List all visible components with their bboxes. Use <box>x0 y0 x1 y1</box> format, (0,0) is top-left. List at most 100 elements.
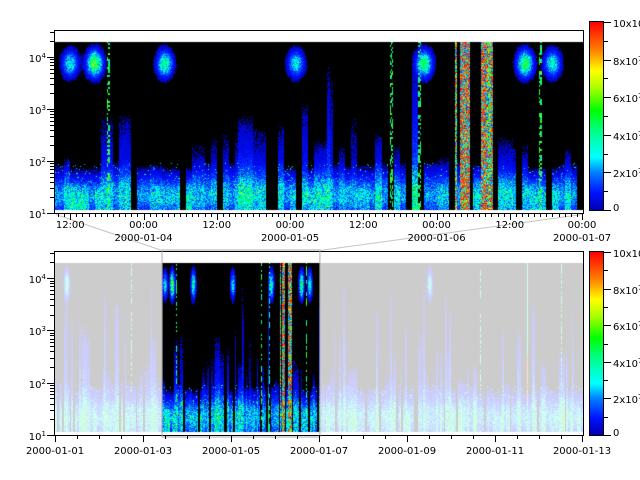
colorbar-tick-label: 2x107 <box>613 391 640 407</box>
y-minor-tick <box>50 290 54 291</box>
colorbar-minor-tick <box>604 380 608 381</box>
x-minor-tick <box>333 213 334 217</box>
y-tick-label-exponent: 1 <box>42 430 46 438</box>
colorbar-tick-label: 4x107 <box>613 128 640 144</box>
colorbar-tick-label: 10x107 <box>613 245 640 261</box>
x-minor-tick <box>528 213 529 217</box>
colorbar-tick-label: 8x107 <box>613 282 640 298</box>
x-major-tick <box>319 435 320 442</box>
x-minor-tick <box>540 213 541 217</box>
y-minor-tick <box>50 367 54 368</box>
x-minor-tick <box>504 213 505 217</box>
colorbar-gradient <box>590 252 603 435</box>
colorbar-minor-tick <box>604 154 608 155</box>
x-minor-tick <box>168 213 169 217</box>
y-tick-label: 102 <box>12 154 46 170</box>
x-tick-time-label-text: 00:00 <box>129 220 158 231</box>
x-tick-date-label: 2000-01-01 <box>26 446 84 458</box>
y-tick-label-exponent: 3 <box>42 325 46 333</box>
y-minor-tick <box>50 59 54 60</box>
y-minor-tick <box>50 111 54 112</box>
x-minor-tick <box>327 213 328 217</box>
spectrogram-figure: 02x1074x1076x1078x10710x10702x1074x1076x… <box>0 0 640 480</box>
y-tick-label: 103 <box>12 102 46 118</box>
x-minor-tick <box>571 213 572 217</box>
y-minor-tick <box>50 69 54 70</box>
colorbar-tick-label-text: 10x10 <box>613 249 640 260</box>
colorbar-major-tick <box>604 435 611 436</box>
x-minor-tick <box>517 435 518 439</box>
y-minor-tick <box>50 315 54 316</box>
y-minor-tick <box>50 62 54 63</box>
x-minor-tick <box>192 213 193 217</box>
y-major-tick <box>47 109 54 110</box>
y-minor-tick <box>50 121 54 122</box>
y-minor-tick <box>50 73 54 74</box>
y-minor-tick <box>50 78 54 79</box>
x-major-tick <box>495 435 496 442</box>
colorbar-major-tick <box>604 135 611 136</box>
x-minor-tick <box>241 213 242 217</box>
y-minor-tick <box>50 351 54 352</box>
colorbar-tick-label: 6x107 <box>613 90 640 106</box>
x-tick-time-label: 00:00 <box>276 220 305 232</box>
x-tick-time-label-text: 12:00 <box>56 220 85 231</box>
x-tick-date-label: 2000-01-11 <box>466 446 524 458</box>
colorbar-minor-tick <box>604 41 608 42</box>
y-minor-tick <box>50 169 54 170</box>
x-minor-tick <box>539 435 540 439</box>
y-minor-tick <box>50 166 54 167</box>
x-tick-date-label-text: 2000-01-03 <box>114 446 172 457</box>
x-minor-tick <box>412 213 413 217</box>
y-minor-tick <box>50 404 54 405</box>
y-tick-label-exponent: 2 <box>42 156 46 164</box>
x-minor-tick <box>546 213 547 217</box>
colorbar-minor-tick <box>604 270 608 271</box>
x-minor-tick <box>455 213 456 217</box>
x-minor-tick <box>125 213 126 217</box>
x-minor-tick <box>461 213 462 217</box>
x-minor-tick <box>498 213 499 217</box>
x-minor-tick <box>101 213 102 217</box>
x-minor-tick <box>272 213 273 217</box>
y-minor-tick <box>50 253 54 254</box>
x-minor-tick <box>321 213 322 217</box>
y-tick-label-text: 10 <box>29 327 42 338</box>
x-minor-tick <box>266 213 267 217</box>
x-major-tick <box>55 435 56 442</box>
y-tick-label-text: 10 <box>29 158 42 169</box>
colorbar-tick-label-text: 8x10 <box>613 286 638 297</box>
x-minor-tick <box>95 213 96 217</box>
x-minor-tick <box>180 213 181 217</box>
colorbar-major-tick <box>604 289 611 290</box>
y-minor-tick <box>50 388 54 389</box>
x-tick-date-label-text: 2000-01-01 <box>26 446 84 457</box>
colorbar-tick-label-text: 6x10 <box>613 322 638 333</box>
x-minor-tick <box>561 435 562 439</box>
colorbar-major-tick <box>604 252 611 253</box>
x-tick-date-label: 2000-01-03 <box>114 446 172 458</box>
x-tick-time-label-text: 00:00 <box>276 220 305 231</box>
y-tick-label: 101 <box>12 428 46 444</box>
y-minor-tick <box>50 391 54 392</box>
x-minor-tick <box>339 213 340 217</box>
x-minor-tick <box>363 435 364 439</box>
x-minor-tick <box>375 213 376 217</box>
y-minor-tick <box>50 339 54 340</box>
y-tick-label: 101 <box>12 206 46 222</box>
x-minor-tick <box>278 213 279 217</box>
y-minor-tick <box>50 385 54 386</box>
x-minor-tick <box>235 213 236 217</box>
x-major-tick <box>437 213 438 220</box>
y-minor-tick <box>50 335 54 336</box>
y-tick-label-exponent: 1 <box>42 208 46 216</box>
x-minor-tick <box>302 213 303 217</box>
colorbar-major-tick <box>604 398 611 399</box>
colorbar-minor-tick <box>604 307 608 308</box>
x-minor-tick <box>211 213 212 217</box>
y-minor-tick <box>50 342 54 343</box>
x-tick-date-label-text: 2000-01-04 <box>114 233 172 244</box>
y-major-tick <box>47 330 54 331</box>
colorbar-tick-label: 0 <box>613 428 619 440</box>
x-minor-tick <box>223 213 224 217</box>
